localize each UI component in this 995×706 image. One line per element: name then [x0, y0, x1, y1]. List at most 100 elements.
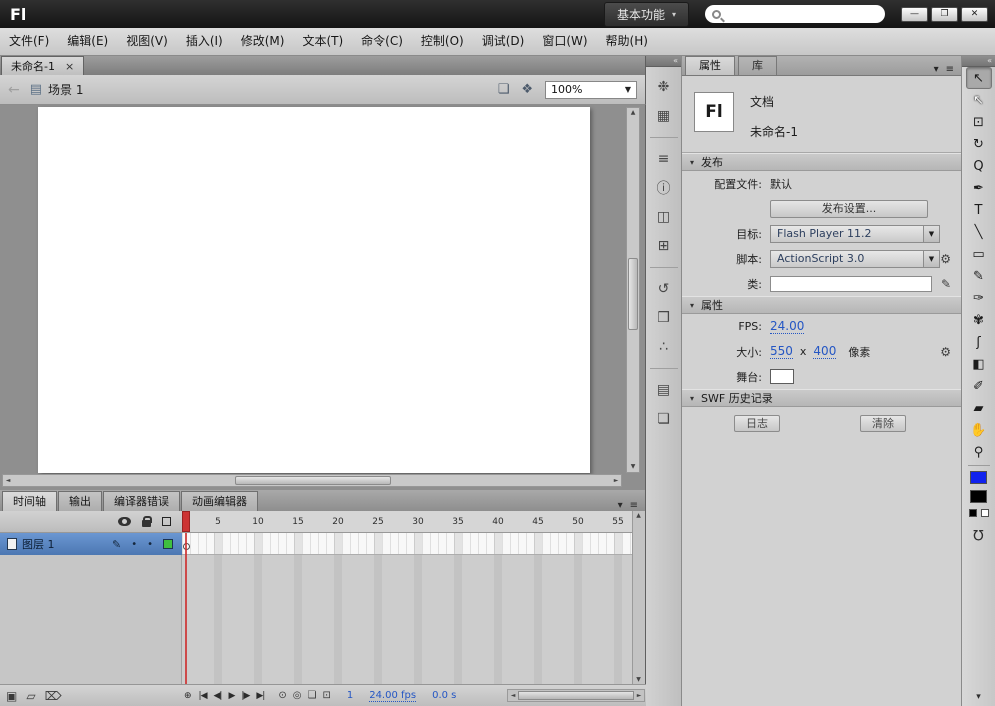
section-header-properties[interactable]: ▾ 属性: [682, 296, 961, 314]
panel-menu-icon[interactable]: ≡: [630, 500, 638, 511]
zoom-level-combobox[interactable]: 100% ▼: [545, 80, 637, 99]
center-frame-button[interactable]: ⊕: [182, 691, 193, 701]
scroll-down-arrow-icon[interactable]: ▼: [627, 462, 639, 472]
show-hide-layers-eye-icon[interactable]: [118, 517, 131, 526]
zoom-dropdown-arrow-icon[interactable]: ▼: [625, 85, 631, 94]
step-forward-button[interactable]: |▶: [239, 691, 251, 701]
frame-rate-value[interactable]: 24.00 fps: [369, 690, 417, 702]
menu-item-control[interactable]: 控制(O): [412, 28, 473, 55]
target-combobox[interactable]: Flash Player 11.2 ▼: [770, 224, 940, 243]
panel-collapse-arrow-icon[interactable]: ▾: [934, 64, 939, 75]
menu-item-debug[interactable]: 调试(D): [473, 28, 534, 55]
search-input[interactable]: [726, 8, 878, 20]
lock-layers-icon[interactable]: [142, 515, 152, 527]
vertical-scroll-thumb[interactable]: [628, 258, 638, 330]
tab-output[interactable]: 输出: [58, 491, 102, 511]
horizontal-scroll-thumb[interactable]: [235, 476, 391, 485]
black-white-default-icon[interactable]: [968, 509, 977, 517]
transform-panel-icon[interactable]: ⊞: [651, 235, 677, 257]
layer-outline-color-swatch[interactable]: [163, 539, 173, 549]
current-frame-value[interactable]: 1: [347, 690, 353, 701]
motion-presets-panel-icon[interactable]: ∴: [651, 336, 677, 358]
section-collapse-triangle-icon[interactable]: ▾: [690, 158, 694, 167]
scroll-right-arrow-icon[interactable]: ►: [611, 475, 621, 486]
project-panel-icon[interactable]: ▤: [651, 379, 677, 401]
delete-layer-button[interactable]: ⌦: [45, 689, 62, 703]
swap-colors-icon[interactable]: [980, 509, 989, 517]
scroll-up-arrow-icon[interactable]: ▲: [633, 512, 644, 519]
menu-item-commands[interactable]: 命令(C): [352, 28, 412, 55]
tab-close-icon[interactable]: ×: [65, 61, 74, 72]
section-collapse-triangle-icon[interactable]: ▾: [690, 301, 694, 310]
timeline-horizontal-scrollbar[interactable]: ◄ ►: [507, 689, 645, 702]
brush-tool[interactable]: ✑: [966, 287, 992, 309]
section-collapse-triangle-icon[interactable]: ▾: [690, 394, 694, 403]
code-snippets-panel-icon[interactable]: ❒: [651, 307, 677, 329]
tab-library[interactable]: 库: [738, 56, 777, 75]
rectangle-tool[interactable]: ▭: [966, 243, 992, 265]
publish-settings-button[interactable]: 发布设置...: [770, 199, 928, 218]
layer-lock-dot[interactable]: •: [147, 539, 153, 550]
info-panel-icon[interactable]: ⓘ: [651, 177, 677, 199]
script-combobox[interactable]: ActionScript 3.0 ▼: [770, 249, 940, 268]
maximize-button[interactable]: ❐: [931, 6, 958, 22]
3d-rotation-tool[interactable]: ↻: [966, 133, 992, 155]
layer-row-selected[interactable]: 图层 1 ✎ • •: [0, 533, 182, 555]
scroll-right-arrow-icon[interactable]: ►: [634, 690, 644, 701]
menu-item-text[interactable]: 文本(T): [293, 28, 352, 55]
section-header-publish[interactable]: ▾ 发布: [682, 153, 961, 171]
search-box[interactable]: [705, 5, 885, 23]
minimize-button[interactable]: —: [901, 6, 928, 22]
menu-item-insert[interactable]: 插入(I): [177, 28, 232, 55]
layer-visibility-dot[interactable]: •: [131, 539, 137, 550]
stage-color-swatch[interactable]: [770, 369, 794, 384]
menu-item-view[interactable]: 视图(V): [117, 28, 177, 55]
section-header-swf-history[interactable]: ▾ SWF 历史记录: [682, 389, 961, 407]
timeline-vertical-scrollbar[interactable]: ▲ ▼: [632, 511, 645, 684]
go-to-last-frame-button[interactable]: ▶|: [254, 691, 266, 701]
line-tool[interactable]: ╲: [966, 221, 992, 243]
edit-scene-icon[interactable]: ❏: [498, 82, 510, 97]
scroll-up-arrow-icon[interactable]: ▲: [627, 108, 639, 118]
onion-skin-button[interactable]: ⊙: [278, 690, 286, 701]
class-input[interactable]: [770, 275, 932, 292]
selection-tool[interactable]: ↖: [965, 67, 992, 89]
menu-item-modify[interactable]: 修改(M): [232, 28, 294, 55]
tab-compiler-errors[interactable]: 编译器错误: [103, 491, 180, 511]
back-arrow-icon[interactable]: ←: [8, 82, 20, 98]
new-folder-button[interactable]: ▱: [26, 689, 35, 703]
hand-tool[interactable]: ✋: [966, 419, 992, 441]
tab-motion-editor[interactable]: 动画编辑器: [181, 491, 258, 511]
deco-tool[interactable]: ✾: [966, 309, 992, 331]
eyedropper-tool[interactable]: ✐: [966, 375, 992, 397]
dock-expand-button[interactable]: «: [646, 56, 681, 67]
snap-to-objects-magnet-icon[interactable]: Ω: [973, 526, 984, 542]
bone-tool[interactable]: ʃ: [966, 331, 992, 353]
clear-button[interactable]: 清除: [860, 415, 906, 432]
combo-arrow-icon[interactable]: ▼: [923, 225, 939, 242]
stage-width-value[interactable]: 550: [770, 344, 793, 359]
script-settings-wrench-icon[interactable]: ⚙: [940, 252, 951, 266]
text-tool[interactable]: T: [966, 199, 992, 221]
pen-tool[interactable]: ✒: [966, 177, 992, 199]
combo-arrow-icon[interactable]: ▼: [923, 250, 939, 267]
document-name-value[interactable]: 未命名-1: [750, 123, 798, 140]
edit-multiple-frames-button[interactable]: ❏: [307, 690, 316, 701]
layers-empty-area[interactable]: [0, 555, 182, 684]
tools-panel-expand-button[interactable]: «: [962, 56, 995, 67]
log-button[interactable]: 日志: [734, 415, 780, 432]
step-back-button[interactable]: ◀|: [212, 691, 224, 701]
layer-outline-icon[interactable]: [162, 517, 171, 526]
scroll-left-arrow-icon[interactable]: ◄: [3, 475, 13, 486]
free-transform-tool[interactable]: ⊡: [966, 111, 992, 133]
fill-color-swatch[interactable]: [970, 490, 987, 503]
lasso-tool[interactable]: Q: [966, 155, 992, 177]
menu-item-help[interactable]: 帮助(H): [597, 28, 657, 55]
paint-bucket-tool[interactable]: ◧: [966, 353, 992, 375]
panel-collapse-arrow-icon[interactable]: ▾: [618, 500, 623, 511]
frame-ruler[interactable]: 5 10 15 20 25 30 35 40 45 50 55: [182, 511, 632, 533]
stage-height-value[interactable]: 400: [813, 344, 837, 359]
layer-frames-row[interactable]: [182, 533, 632, 555]
tab-properties[interactable]: 属性: [685, 56, 735, 75]
stage-pasteboard[interactable]: ▲ ▼ ◄ ►: [0, 105, 646, 490]
